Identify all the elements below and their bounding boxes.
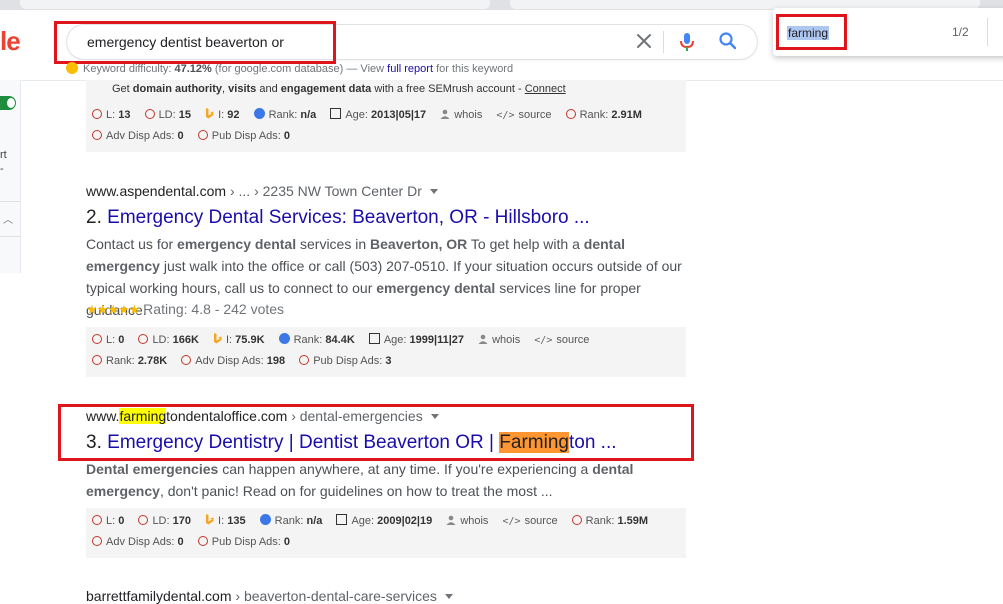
metric-icon (92, 355, 102, 365)
calendar-icon (330, 108, 342, 119)
metric-icon (571, 515, 582, 525)
code-icon: </> (502, 516, 521, 527)
metric-icon (92, 334, 102, 344)
search-divider (663, 31, 664, 53)
metric-icon (92, 130, 102, 140)
chevron-down-icon (444, 594, 453, 599)
user-icon (446, 515, 456, 525)
panel-divider (0, 236, 20, 237)
metric-icon (92, 515, 102, 525)
result-snippet: Dental emergencies can happen anywhere, … (86, 461, 634, 499)
metric-icon (299, 355, 310, 365)
result-title-link[interactable]: 2. Emergency Dental Services: Beaverton,… (86, 207, 590, 229)
semrush-promo: Get domain authority, visits and engagem… (112, 83, 566, 95)
toggle-knob (7, 98, 15, 108)
calendar-icon (336, 514, 348, 525)
seo-metrics-row: L: 0 LD: 166K I: 75.9K Rank: 84.4K Age: … (92, 333, 600, 349)
keyword-difficulty-bar: Keyword difficulty: 47.12% (for google.c… (66, 62, 513, 75)
metric-icon (92, 109, 102, 119)
result-url[interactable]: barrettfamilydental.com › beaverton-dent… (86, 588, 453, 604)
metric-icon (144, 109, 155, 119)
alexa-icon (253, 108, 265, 119)
close-icon[interactable] (634, 31, 654, 51)
bing-icon (206, 514, 214, 525)
rating-line: ★★★★★ Rating: 4.8 - 242 votes (86, 301, 285, 317)
code-icon: </> (496, 110, 515, 121)
source-link[interactable]: </> source (496, 109, 551, 121)
metric-icon (565, 109, 576, 119)
metric-icon (197, 130, 208, 140)
user-icon (440, 109, 450, 119)
code-icon: </> (534, 335, 553, 346)
user-icon (478, 334, 488, 344)
annotation-box-search (54, 21, 336, 64)
connect-link[interactable]: Connect (525, 83, 566, 95)
browser-tab[interactable] (20, 0, 490, 9)
result-url[interactable]: www.aspendental.com › ... › 2235 NW Town… (86, 183, 438, 199)
microphone-icon[interactable] (677, 31, 697, 53)
source-link[interactable]: </> source (534, 334, 589, 346)
chevron-up-icon[interactable]: ︿ (3, 211, 13, 226)
calendar-icon (368, 333, 380, 344)
find-divider (987, 18, 988, 46)
seo-metrics-row: Adv Disp Ads: 0 Pub Disp Ads: 0 (92, 130, 301, 146)
annotation-box-find (776, 14, 847, 50)
seo-metrics-row: Rank: 2.78K Adv Disp Ads: 198 Pub Disp A… (92, 355, 402, 371)
panel-divider (0, 201, 20, 202)
whois-link[interactable]: whois (446, 515, 488, 527)
metric-icon (138, 334, 149, 344)
alexa-icon (278, 333, 290, 344)
bing-icon (213, 333, 222, 344)
metric-icon (138, 515, 149, 525)
seo-metrics-row: L: 13 LD: 15 I: 92 Rank: n/a Age: 2013|0… (92, 108, 653, 124)
bing-icon (206, 108, 214, 119)
find-match-count: 1/2 (952, 25, 969, 39)
metric-icon (181, 355, 192, 365)
metric-icon (197, 536, 208, 546)
seo-metrics-row: Adv Disp Ads: 0 Pub Disp Ads: 0 (92, 536, 301, 552)
keyword-difficulty-value: 47.12% (174, 63, 212, 75)
whois-link[interactable]: whois (478, 334, 520, 346)
search-icon[interactable] (718, 31, 738, 51)
metric-icon (92, 536, 102, 546)
source-link[interactable]: </> source (503, 515, 558, 527)
star-rating-icon: ★★★★★ (86, 302, 140, 317)
annotation-box-result (58, 404, 694, 461)
alexa-icon (259, 514, 271, 525)
google-logo[interactable]: le (0, 26, 21, 57)
semrush-icon (66, 62, 78, 74)
whois-link[interactable]: whois (440, 109, 482, 121)
side-panel-text: rt - (0, 149, 7, 175)
seo-metrics-row: L: 0 LD: 170 I: 135 Rank: n/a Age: 2009|… (92, 514, 659, 530)
full-report-link[interactable]: full report (387, 63, 433, 75)
chevron-down-icon (429, 189, 438, 194)
